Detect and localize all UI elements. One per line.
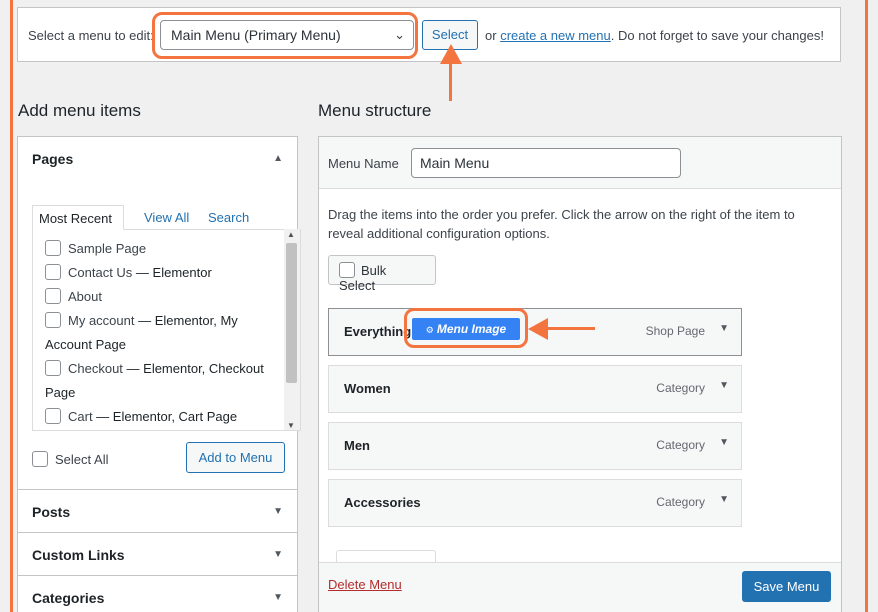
- bulk-select-button[interactable]: Bulk Select: [328, 255, 436, 293]
- select-menu-label: Select a menu to edit:: [28, 28, 154, 43]
- select-all-label: Select All: [55, 452, 109, 467]
- expand-arrow-icon[interactable]: ▼: [719, 437, 729, 448]
- menu-item-title: Women: [344, 381, 391, 396]
- list-item[interactable]: Checkout — Elementor, Checkout Page: [45, 357, 271, 405]
- posts-section-header[interactable]: Posts ▼: [18, 490, 297, 533]
- expand-arrow-icon[interactable]: ▼: [719, 494, 729, 505]
- posts-panel[interactable]: Posts ▼: [17, 489, 298, 534]
- checkbox[interactable]: [45, 288, 61, 304]
- menu-item-type: Category: [656, 438, 705, 452]
- menu-item-accessories[interactable]: Accessories Category ▼: [328, 479, 742, 527]
- custom-links-section-header[interactable]: Custom Links ▼: [18, 533, 297, 576]
- list-item[interactable]: Sample Page: [45, 237, 271, 261]
- save-reminder: . Do not forget to save your changes!: [610, 28, 824, 43]
- page-suffix: — Elementor: [132, 265, 212, 280]
- expand-arrow-icon[interactable]: ▼: [719, 380, 729, 391]
- page-suffix: — Elementor, Cart Page: [92, 409, 238, 424]
- checkbox[interactable]: [45, 240, 61, 256]
- page-title: Checkout: [68, 361, 123, 376]
- pages-panel: Pages ▲ Most Recent View All Search Samp…: [17, 136, 301, 490]
- expand-arrow-icon[interactable]: ▼: [719, 323, 729, 334]
- delete-menu-link[interactable]: Delete Menu: [328, 577, 402, 592]
- scrollbar-thumb[interactable]: [286, 243, 297, 383]
- menu-item-women[interactable]: Women Category ▼: [328, 365, 742, 413]
- annotation-arrow-left: [540, 327, 595, 330]
- add-to-menu-button[interactable]: Add to Menu: [186, 442, 285, 473]
- checklist-scrollbar[interactable]: ▲ ▼: [284, 229, 300, 430]
- menu-item-title: Accessories: [344, 495, 421, 510]
- annotation-arrow-up-head: [440, 44, 462, 64]
- categories-section-header[interactable]: Categories ▼: [18, 576, 297, 612]
- list-item[interactable]: My account — Elementor, My Account Page: [45, 309, 271, 357]
- menu-name-label: Menu Name: [328, 156, 399, 171]
- menu-item-title: Men: [344, 438, 370, 453]
- bulk-select-bottom-partial: [336, 550, 436, 562]
- create-new-menu-link[interactable]: create a new menu: [500, 28, 611, 43]
- menu-name-input[interactable]: Main Menu: [411, 148, 681, 178]
- section-label: Categories: [32, 590, 105, 606]
- expand-down-icon: ▼: [273, 592, 283, 603]
- checkbox: [339, 262, 355, 278]
- tab-search[interactable]: Search: [202, 205, 255, 230]
- pages-section-label: Pages: [32, 151, 74, 167]
- checkbox[interactable]: [45, 408, 61, 424]
- scroll-down-icon[interactable]: ▼: [287, 421, 295, 430]
- select-all-checkbox[interactable]: [32, 451, 48, 467]
- add-menu-items-title: Add menu items: [18, 101, 141, 120]
- drag-instructions: Drag the items into the order you prefer…: [328, 207, 795, 241]
- pages-section-header[interactable]: Pages ▲: [18, 137, 297, 180]
- tab-most-recent[interactable]: Most Recent: [32, 205, 124, 230]
- page-title: About: [68, 289, 102, 304]
- menu-structure-title: Menu structure: [318, 101, 432, 120]
- checkbox[interactable]: [45, 360, 61, 376]
- page-title: Sample Page: [68, 241, 147, 256]
- select-all[interactable]: Select All: [32, 451, 108, 467]
- checkbox[interactable]: [45, 312, 61, 328]
- menu-item-title: Everything: [344, 324, 412, 339]
- or-text: or: [485, 28, 497, 43]
- menu-item-type: Category: [656, 381, 705, 395]
- tab-view-all[interactable]: View All: [138, 205, 195, 230]
- menu-item-men[interactable]: Men Category ▼: [328, 422, 742, 470]
- custom-links-panel[interactable]: Custom Links ▼: [17, 532, 298, 577]
- section-label: Posts: [32, 504, 71, 520]
- menu-item-type: Category: [656, 495, 705, 509]
- page-title: Contact Us: [68, 265, 133, 280]
- page-title: Cart: [68, 409, 93, 424]
- manage-hint: or create a new menu. Do not forget to s…: [485, 28, 824, 43]
- list-item[interactable]: Contact Us — Elementor: [45, 261, 271, 285]
- annotation-arrow-left-head: [528, 318, 548, 340]
- highlight-outline-select: [152, 12, 418, 59]
- section-label: Custom Links: [32, 547, 125, 563]
- pages-tabs: Most Recent View All Search: [32, 205, 287, 230]
- page-title: My account: [68, 313, 135, 328]
- checkbox[interactable]: [45, 264, 61, 280]
- expand-down-icon: ▼: [273, 506, 283, 517]
- list-item[interactable]: Cart — Elementor, Cart Page: [45, 405, 271, 429]
- categories-panel[interactable]: Categories ▼: [17, 575, 298, 612]
- list-item[interactable]: About: [45, 285, 271, 309]
- expand-down-icon: ▼: [273, 549, 283, 560]
- menu-item-type: Shop Page: [645, 324, 705, 338]
- highlight-outline-menu-image: [404, 308, 528, 348]
- scroll-up-icon[interactable]: ▲: [287, 230, 295, 239]
- pages-checklist: Sample Page Contact Us — Elementor About…: [32, 229, 301, 431]
- collapse-up-icon: ▲: [273, 153, 283, 164]
- save-menu-button[interactable]: Save Menu: [742, 571, 831, 602]
